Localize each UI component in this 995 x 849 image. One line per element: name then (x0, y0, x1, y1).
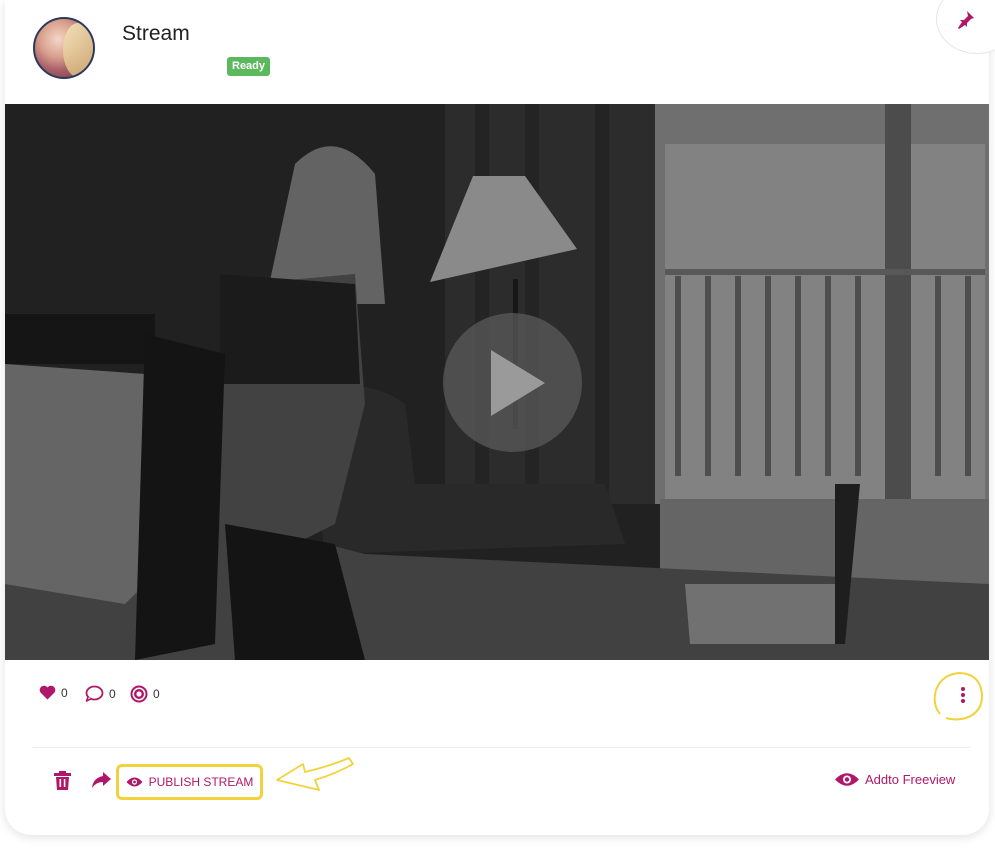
heart-icon[interactable] (39, 685, 56, 700)
divider (33, 747, 970, 748)
play-icon (491, 350, 545, 416)
post-card: Stream Ready 0 0 0 PUBLISH STREAM Addto … (5, 0, 995, 835)
comment-count: 0 (109, 686, 116, 701)
post-title: Stream (122, 22, 190, 45)
like-count: 0 (61, 685, 68, 700)
add-to-freeview-label: Addto Freeview (865, 772, 956, 787)
tip-count: 0 (153, 687, 160, 701)
more-vertical-icon (961, 687, 965, 703)
eye-icon (126, 777, 143, 787)
publish-stream-label: PUBLISH STREAM (148, 775, 254, 789)
tip-icon[interactable] (130, 685, 148, 703)
annotation-arrow (276, 757, 354, 791)
avatar-hair (63, 23, 93, 77)
more-options-button[interactable] (948, 680, 978, 710)
like-stat[interactable]: 0 (39, 685, 68, 700)
share-icon[interactable] (92, 772, 111, 788)
comment-stat[interactable]: 0 (85, 685, 116, 702)
eye-icon (835, 773, 859, 786)
play-button[interactable] (443, 313, 582, 452)
tip-stat[interactable]: 0 (130, 685, 160, 703)
comment-icon[interactable] (85, 685, 104, 702)
status-badge: Ready (227, 57, 271, 76)
trash-icon[interactable] (54, 771, 71, 790)
pin-icon[interactable] (955, 10, 975, 30)
avatar[interactable] (33, 17, 95, 79)
publish-stream-button[interactable]: PUBLISH STREAM (116, 764, 263, 800)
add-to-freeview-button[interactable]: Addto Freeview (834, 771, 955, 788)
